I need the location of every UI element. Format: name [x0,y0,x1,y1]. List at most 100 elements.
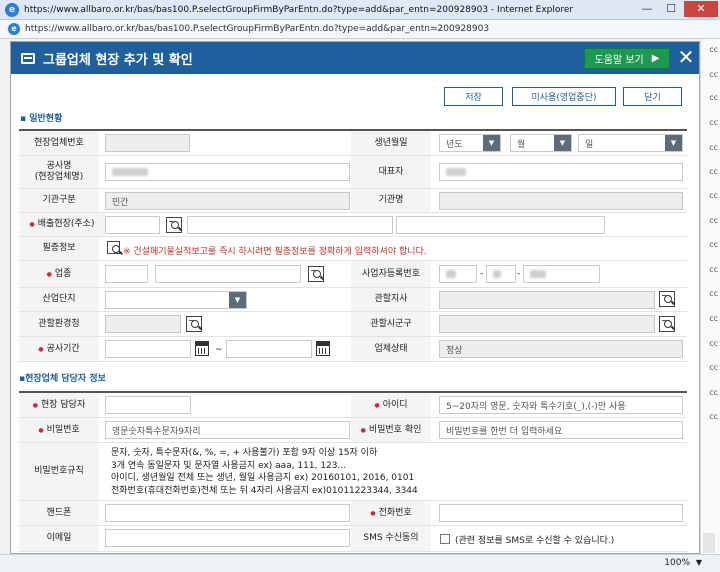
year-select[interactable]: 년도 ▼ [439,134,501,152]
biz-reg-separator: - [517,269,521,279]
address-input[interactable] [187,216,393,234]
auth-warning-text: ※ 건설폐기물실적보고를 즉시 하시려면 필증정보를 정확하게 입력하셔야 합니… [123,247,427,257]
search-icon[interactable] [659,291,675,307]
regional-office-label: 관할지사 [351,288,431,311]
table-row: 필증정보 ※ 건설폐기물실적보고를 즉시 하시려면 필증정보를 정확하게 입력하… [19,237,687,261]
ceo-input[interactable] [439,163,683,181]
manager-input[interactable] [105,396,191,414]
email-label: 이메일 [19,526,99,551]
chevron-down-icon: ▼ [554,135,571,151]
calendar-icon[interactable] [195,341,209,356]
password-rules-list: 문자, 숫자, 특수문자(&, %, =, + 사용불가) 포함 9자 이상 1… [111,447,418,497]
minimize-button[interactable]: — [636,1,658,17]
redacted-text [112,168,148,176]
month-select-value: 월 [517,139,526,150]
section-general-title: ▪ 일반현황 [20,111,62,124]
address-bar[interactable]: e https://www.allbaro.or.kr/bas/bas100.P… [0,20,720,39]
sms-consent-checkbox[interactable] [440,534,450,544]
chevron-down-icon: ▼ [665,135,682,151]
bg-text: cc [709,167,718,176]
postcode-input[interactable] [105,216,160,234]
bg-text: cc [709,93,718,102]
group-site-dialog: 그룹업체 현장 추가 및 확인 도움말 보기 ▶ ✕ 저장 미사용(영업중단) … [10,41,700,554]
search-icon[interactable] [659,316,675,332]
help-button[interactable]: 도움말 보기 ▶ [584,48,670,69]
biz-reg-input-2[interactable] [486,265,516,283]
search-icon-line [662,295,667,296]
password-confirm-input[interactable]: 비밀번호를 한번 더 입력하세요 [439,421,683,439]
mobile-input[interactable] [105,504,350,522]
biz-reg-input-1[interactable] [439,265,477,283]
bg-text: cc [709,289,718,298]
table-row: 기관구분 민간 기관명 [19,189,687,213]
unused-button[interactable]: 미사용(영업중단) [512,87,616,106]
table-row: 비밀번호 영문숫자특수문자9자리 비밀번호 확인 비밀번호를 한번 더 입력하세… [19,418,687,443]
business-type-label: 업종 [19,261,99,287]
day-select[interactable]: 일 ▼ [578,134,683,152]
bg-text: cc [709,216,718,225]
chevron-down-icon[interactable]: ▼ [696,558,702,567]
status-label: 업체상태 [351,337,431,361]
scrollbar[interactable] [703,533,715,553]
password-rules-label: 비밀번호규칙 [19,443,99,500]
city-input [439,315,655,333]
month-select[interactable]: 월 ▼ [510,134,572,152]
redacted-text [446,168,466,176]
search-icon-line [189,320,194,321]
industrial-complex-select[interactable]: ▼ [105,291,247,309]
biz-reg-label: 사업자등록번호 [351,261,431,287]
period-start-input[interactable] [105,340,191,358]
search-icon[interactable] [186,316,202,332]
org-type-input: 민간 [105,192,350,210]
business-code-input[interactable] [105,265,148,283]
period-end-input[interactable] [226,340,312,358]
env-office-input [105,315,181,333]
table-row: 비밀번호규칙 문자, 숫자, 특수문자(&, %, =, + 사용불가) 포함 … [19,443,687,501]
address-detail-input[interactable] [396,216,605,234]
bg-text: cc [709,143,718,152]
sms-consent-text: (관련 정보를 SMS로 수신할 수 있습니다.) [455,536,615,546]
dialog-close-icon[interactable]: ✕ [675,46,697,70]
section-manager-label: 현장업체 담당자 정보 [25,374,106,384]
table-row: 현장 담당자 아이디 5~20자의 영문, 숫자와 특수기호(_),(-)만 사… [19,393,687,418]
window-close-button[interactable]: ✕ [684,1,718,17]
bg-text: cc [709,191,718,200]
save-button[interactable]: 저장 [444,87,503,106]
dialog-title: 그룹업체 현장 추가 및 확인 [43,52,193,68]
industrial-complex-label: 산업단지 [19,288,99,311]
calendar-icon[interactable] [316,341,330,356]
table-row: 공사기간 ~ 업체상태 정상 [19,337,687,362]
help-button-label: 도움말 보기 [594,55,644,66]
bg-text: cc [709,70,718,79]
env-office-label: 관할환경청 [19,312,99,336]
zoom-level[interactable]: 100% [664,558,690,568]
id-label: 아이디 [351,393,431,417]
password-label: 비밀번호 [19,418,99,442]
regional-office-input [439,291,655,309]
page-icon: e [8,23,20,35]
business-name-input[interactable] [155,265,301,283]
window-form-icon [21,52,35,64]
search-icon[interactable] [308,266,324,282]
password-rule: 아이디, 생년월일 전체 또는 생년, 월일 사용금지 ex) 20160101… [111,473,415,483]
section-manager-title: ▪현장업체 담당자 정보 [19,371,106,384]
bg-text: cc [709,388,718,397]
id-input[interactable]: 5~20자의 영문, 숫자와 특수기호(_),(-)만 사용 [439,396,683,414]
biz-reg-input-3[interactable] [523,265,600,283]
search-icon[interactable] [166,217,182,233]
password-input[interactable]: 영문숫자특수문자9자리 [105,421,350,439]
discharge-site-label: 배출현장(주소) [19,213,105,236]
email-input[interactable] [105,529,350,547]
maximize-button[interactable]: ☐ [660,1,682,17]
search-icon-line [169,221,174,222]
close-button[interactable]: 닫기 [623,87,682,106]
bg-text: cc [709,363,718,372]
address-url[interactable]: https://www.allbaro.or.kr/bas/bas100.P.s… [25,24,489,34]
pin-icon: ▶ [651,53,660,64]
phone-input[interactable] [439,504,683,522]
project-name-input[interactable] [105,163,350,181]
birth-label: 생년월일 [351,131,431,155]
search-icon[interactable] [107,241,120,254]
site-code-input [105,134,190,152]
internet-explorer-icon: e [5,2,19,17]
